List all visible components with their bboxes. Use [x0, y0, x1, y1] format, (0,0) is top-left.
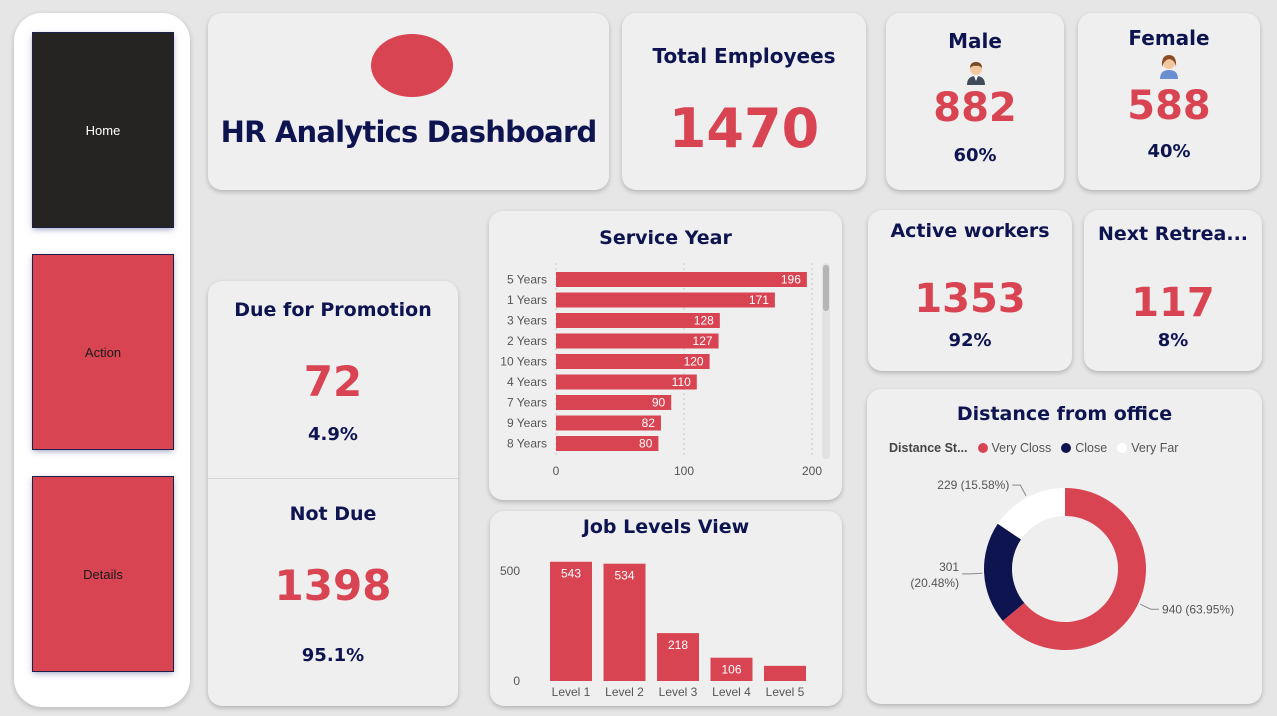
- bar-value-label: 90: [652, 396, 666, 410]
- promotion-divider: [208, 478, 458, 479]
- x-category-label: Level 5: [766, 685, 805, 699]
- header-card: HR Analytics Dashboard: [208, 13, 609, 190]
- dashboard-title: HR Analytics Dashboard: [220, 115, 598, 149]
- bar-value-label: 543: [561, 567, 581, 581]
- not-due-value: 1398: [274, 561, 392, 610]
- bar-value-label: 128: [694, 314, 714, 328]
- x-category-label: Level 3: [659, 685, 698, 699]
- due-promotion-title: Due for Promotion: [234, 299, 432, 321]
- y-category-label: 8 Years: [507, 437, 547, 451]
- not-due-percent: 95.1%: [301, 645, 365, 666]
- female-value: 588: [1127, 83, 1211, 129]
- due-promotion-value: 72: [303, 357, 363, 406]
- active-workers-card: Active workers 1353 92%: [868, 210, 1072, 371]
- logo-ellipse: [371, 34, 453, 97]
- male-percent: 60%: [953, 145, 997, 166]
- total-employees-title: Total Employees: [652, 44, 836, 68]
- nav-panel: Home Action Details: [14, 13, 190, 707]
- job-level-bar[interactable]: [764, 665, 806, 681]
- x-category-label: Level 4: [712, 685, 751, 699]
- slice-data-label: 301: [939, 560, 959, 574]
- distance-donut-chart: 940 (63.95%) 301 (20.48%) 229 (15.58%): [910, 478, 1234, 650]
- job-levels-chart: 0 500 543 Level 1 534 Level 2 218 Level 3 106 Lev…: [500, 561, 806, 699]
- female-card: Female 588 40%: [1078, 13, 1260, 190]
- leader-line: [1139, 603, 1160, 610]
- action-button[interactable]: Action: [33, 255, 173, 449]
- bar-value-label: 534: [614, 569, 634, 583]
- service-year-chart: 0 100 200 5 Years 196 1 Years 171 3 Years 128 2 Y…: [500, 263, 822, 478]
- distance-card: Distance from office Distance St... Very…: [867, 389, 1262, 704]
- male-person-icon: [967, 62, 985, 85]
- slice-data-label: (20.48%): [910, 576, 959, 590]
- details-button[interactable]: Details: [33, 477, 173, 671]
- female-person-icon: [1160, 55, 1178, 79]
- y-category-label: 2 Years: [507, 334, 547, 348]
- total-employees-card: Total Employees 1470: [622, 13, 866, 190]
- slice-data-label: 229 (15.58%): [937, 478, 1009, 492]
- due-promotion-percent: 4.9%: [308, 424, 358, 445]
- action-label: Action: [84, 344, 122, 360]
- bar-value-label: 110: [672, 375, 691, 389]
- bar-value-label: 171: [749, 293, 769, 307]
- service-year-scrollbar[interactable]: [822, 263, 830, 459]
- y-category-label: 10 Years: [500, 355, 547, 369]
- y-category-label: 4 Years: [507, 375, 547, 389]
- y-category-label: 9 Years: [507, 416, 547, 430]
- next-retreat-value: 117: [1131, 280, 1215, 326]
- leader-line: [1012, 484, 1027, 496]
- male-card: Male 882 60%: [886, 13, 1064, 190]
- y-tick-label: 500: [500, 564, 520, 578]
- bar-value-label: 106: [721, 663, 741, 677]
- promotion-card: Due for Promotion 72 4.9% Not Due 1398 9…: [208, 281, 458, 706]
- bar-value-label: 218: [668, 638, 688, 652]
- total-employees-value: 1470: [668, 97, 820, 160]
- service-year-card: Service Year 0 100 200 5 Years 196 1 Years 171…: [489, 211, 842, 500]
- details-label: Details: [83, 566, 123, 582]
- female-title: Female: [1128, 26, 1210, 50]
- x-tick-label: 0: [553, 464, 560, 478]
- next-retreat-percent: 8%: [1157, 330, 1189, 351]
- job-levels-card: Job Levels View 0 500 543 Level 1 534 Level 2…: [490, 511, 842, 706]
- service-year-bar[interactable]: [556, 272, 807, 287]
- active-workers-value: 1353: [914, 276, 1026, 322]
- slice-data-label: 940 (63.95%): [1162, 602, 1234, 616]
- next-retreat-title: Next Retrea...: [1097, 223, 1249, 245]
- y-tick-label: 0: [513, 674, 520, 688]
- x-tick-label: 100: [674, 464, 694, 478]
- bar-value-label: 80: [639, 437, 653, 451]
- not-due-title: Not Due: [289, 503, 377, 525]
- y-category-label: 5 Years: [507, 273, 547, 287]
- x-category-label: Level 2: [605, 685, 644, 699]
- bar-value-label: 127: [693, 334, 713, 348]
- scrollbar-thumb[interactable]: [823, 265, 829, 311]
- x-category-label: Level 1: [552, 685, 591, 699]
- male-title: Male: [948, 29, 1002, 53]
- y-category-label: 1 Years: [507, 293, 547, 307]
- bar-value-label: 82: [642, 416, 656, 430]
- home-label: Home: [85, 122, 121, 138]
- female-percent: 40%: [1147, 141, 1191, 162]
- active-workers-percent: 92%: [948, 330, 992, 351]
- y-category-label: 7 Years: [507, 396, 547, 410]
- donut-slice[interactable]: [984, 523, 1025, 621]
- service-year-bar[interactable]: [556, 292, 775, 308]
- y-category-label: 3 Years: [507, 314, 547, 328]
- male-value: 882: [933, 85, 1017, 131]
- home-button[interactable]: Home: [33, 33, 173, 227]
- bar-value-label: 196: [781, 273, 801, 287]
- active-workers-title: Active workers: [890, 220, 1050, 242]
- leader-line: [962, 572, 983, 575]
- x-tick-label: 200: [802, 464, 822, 478]
- bar-value-label: 120: [684, 355, 704, 369]
- next-retreat-card: Next Retrea... 117 8%: [1084, 210, 1262, 371]
